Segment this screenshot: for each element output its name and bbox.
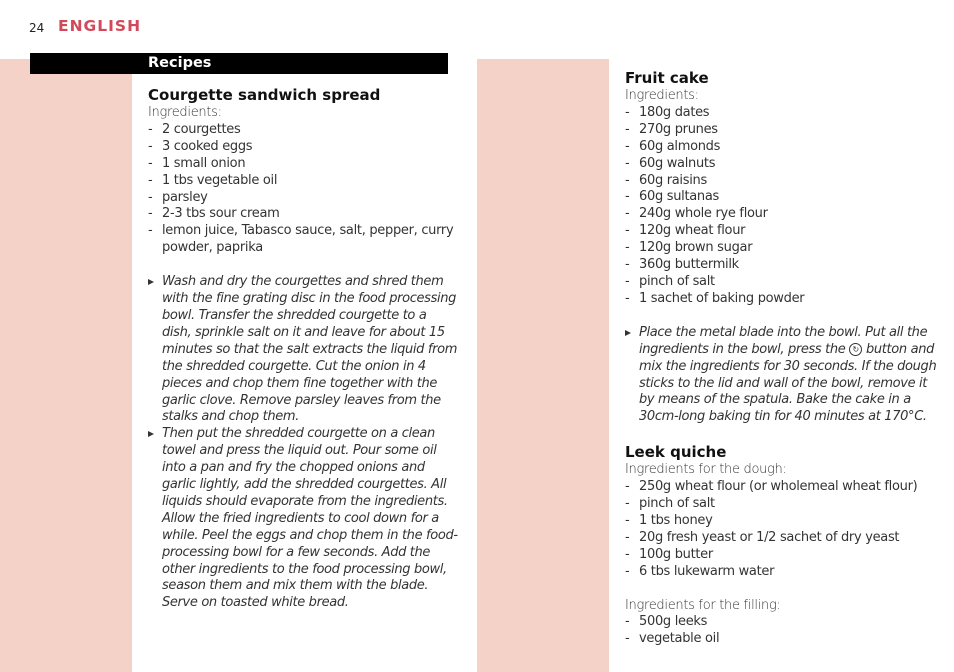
ingredient-item: parsley	[148, 190, 458, 207]
ingredient-item: vegetable oil	[625, 631, 945, 648]
dough-ingredient-list: 250g wheat flour (or wholemeal wheat flo…	[625, 479, 945, 580]
ingredient-item: 60g walnuts	[625, 156, 945, 173]
ingredient-item: lemon juice, Tabasco sauce, salt, pepper…	[148, 223, 458, 257]
step-text: Then put the shredded courgette on a cle…	[162, 426, 458, 611]
ingredient-item: 60g raisins	[625, 173, 945, 190]
margin-band-left	[0, 59, 132, 672]
dough-label: Ingredients for the dough:	[625, 462, 787, 478]
ingredient-item: 250g wheat flour (or wholemeal wheat flo…	[625, 479, 945, 496]
ingredient-item: 100g butter	[625, 547, 945, 564]
language-heading: ENGLISH	[58, 17, 142, 35]
turbo-button-icon: ↻	[849, 342, 863, 356]
ingredient-item: 120g brown sugar	[625, 240, 945, 257]
ingredient-item: 500g leeks	[625, 614, 945, 631]
page-number: 24	[29, 21, 45, 35]
recipes-right-column: Fruit cake Ingredients: 180g dates 270g …	[625, 69, 945, 648]
ingredient-item: 240g whole rye flour	[625, 206, 945, 223]
ingredient-item: 6 tbs lukewarm water	[625, 564, 945, 581]
recipe-courgette-spread: Courgette sandwich spread Ingredients: 2…	[148, 86, 458, 612]
bullet-triangle-icon	[148, 279, 154, 286]
ingredient-item: 3 cooked eggs	[148, 139, 458, 156]
step-text: Wash and dry the courgettes and shred th…	[162, 274, 458, 425]
ingredient-item: 1 tbs honey	[625, 513, 945, 530]
recipe-title: Courgette sandwich spread	[148, 86, 381, 104]
recipe-fruit-cake: Fruit cake Ingredients: 180g dates 270g …	[625, 69, 945, 426]
bullet-triangle-icon	[148, 431, 154, 438]
ingredient-item: 1 tbs vegetable oil	[148, 173, 458, 190]
ingredient-item: pinch of salt	[625, 274, 945, 291]
ingredient-item: 2-3 tbs sour cream	[148, 206, 458, 223]
section-title: Recipes	[148, 55, 212, 71]
recipe-title: Leek quiche	[625, 443, 727, 462]
recipe-leek-quiche: Leek quiche Ingredients for the dough: 2…	[625, 443, 945, 648]
ingredient-list: 180g dates 270g prunes 60g almonds 60g w…	[625, 105, 945, 308]
ingredient-item: pinch of salt	[625, 496, 945, 513]
ingredient-item: 360g buttermilk	[625, 257, 945, 274]
ingredient-item: 20g fresh yeast or 1/2 sachet of dry yea…	[625, 530, 945, 547]
instruction-step: Then put the shredded courgette on a cle…	[148, 426, 458, 612]
ingredient-item: 1 small onion	[148, 156, 458, 173]
ingredient-item: 2 courgettes	[148, 122, 458, 139]
ingredient-item: 180g dates	[625, 105, 945, 122]
ingredient-item: 1 sachet of baking powder	[625, 291, 945, 308]
ingredient-item: 60g almonds	[625, 139, 945, 156]
filling-ingredient-list: 500g leeks vegetable oil	[625, 614, 945, 648]
recipe-title: Fruit cake	[625, 69, 709, 87]
ingredient-item: 270g prunes	[625, 122, 945, 139]
ingredients-label: Ingredients:	[148, 105, 222, 120]
margin-band-right	[477, 59, 609, 672]
ingredient-item: 120g wheat flour	[625, 223, 945, 240]
ingredient-list: 2 courgettes 3 cooked eggs 1 small onion…	[148, 122, 458, 257]
instruction-step: Place the metal blade into the bowl. Put…	[625, 325, 945, 426]
bullet-triangle-icon	[625, 329, 631, 336]
filling-label: Ingredients for the filling:	[625, 597, 781, 613]
instruction-step: Wash and dry the courgettes and shred th…	[148, 274, 458, 426]
section-bar: Recipes	[30, 53, 448, 74]
ingredients-label: Ingredients:	[625, 88, 699, 103]
ingredient-item: 60g sultanas	[625, 189, 945, 206]
